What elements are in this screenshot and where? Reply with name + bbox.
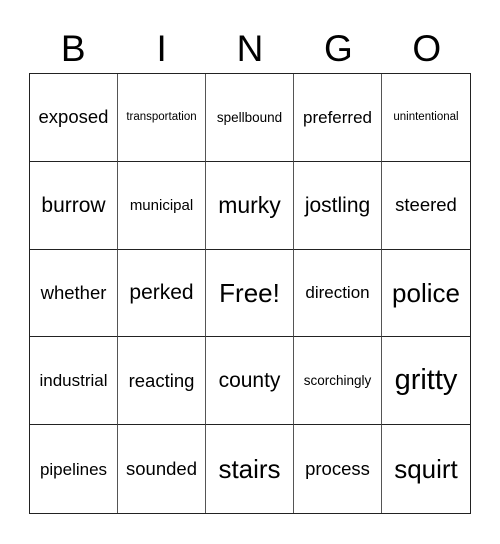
bingo-cell[interactable]: perked <box>118 249 206 338</box>
bingo-cell[interactable]: municipal <box>118 161 206 250</box>
bingo-cell[interactable]: stairs <box>206 425 294 513</box>
bingo-cell[interactable]: steered <box>382 162 470 250</box>
bingo-cell[interactable]: industrial <box>30 337 118 426</box>
bingo-grid: exposed transportation spellbound prefer… <box>29 73 471 514</box>
header-letter-b: B <box>60 28 86 69</box>
bingo-cell[interactable]: reacting <box>118 337 206 426</box>
bingo-cell[interactable]: exposed <box>30 74 118 162</box>
bingo-cell[interactable]: jostling <box>294 161 382 250</box>
header-letter-i: I <box>156 28 167 69</box>
bingo-cell[interactable]: direction <box>294 249 382 338</box>
bingo-cell[interactable]: spellbound <box>206 74 294 162</box>
bingo-cell[interactable]: gritty <box>382 337 470 426</box>
bingo-cell[interactable]: preferred <box>294 74 382 162</box>
bingo-cell[interactable]: pipelines <box>30 425 118 513</box>
header-letter-g: G <box>324 28 353 69</box>
bingo-cell[interactable]: scorchingly <box>294 337 382 426</box>
header-letter-n: N <box>236 28 264 69</box>
bingo-cell[interactable]: whether <box>30 249 118 338</box>
bingo-cell[interactable]: county <box>206 337 294 426</box>
bingo-cell[interactable]: burrow <box>30 161 118 250</box>
bingo-cell[interactable]: sounded <box>118 425 206 513</box>
bingo-cell[interactable]: unintentional <box>382 74 470 162</box>
free-space-cell[interactable]: Free! <box>206 249 294 338</box>
bingo-header: B I N G O <box>29 26 471 72</box>
header-letter-o: O <box>412 28 442 69</box>
bingo-cell[interactable]: police <box>382 250 470 338</box>
bingo-cell[interactable]: process <box>294 425 382 513</box>
bingo-cell[interactable]: murky <box>206 161 294 250</box>
bingo-cell[interactable]: transportation <box>118 74 206 162</box>
bingo-cell[interactable]: squirt <box>382 425 470 513</box>
